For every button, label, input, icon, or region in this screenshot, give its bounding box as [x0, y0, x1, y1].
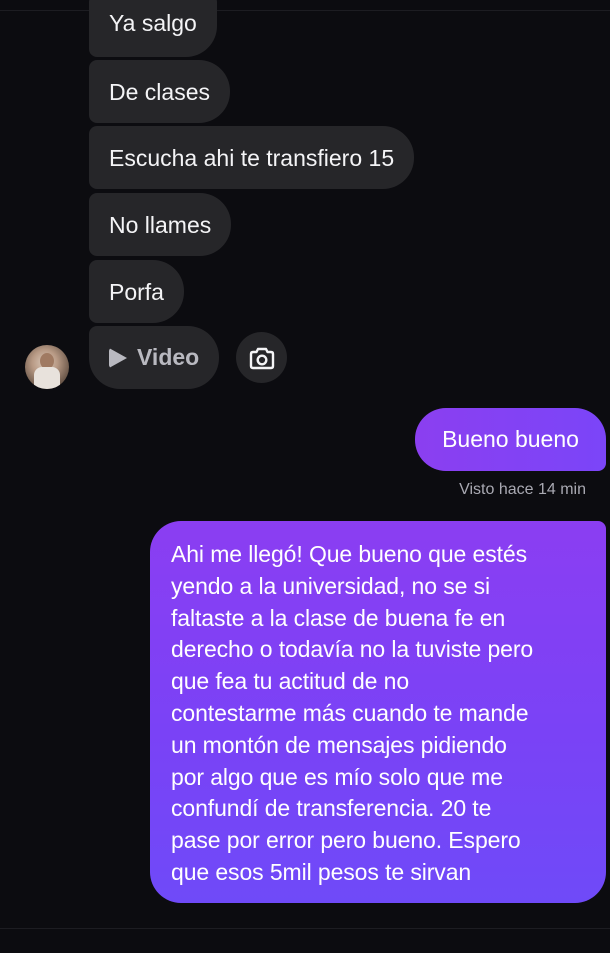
- video-label: Video: [137, 344, 200, 370]
- message-text: Ya salgo: [109, 10, 197, 36]
- incoming-message[interactable]: Porfa: [89, 260, 184, 323]
- incoming-message[interactable]: Ya salgo: [89, 0, 217, 57]
- message-text: De clases: [109, 78, 210, 105]
- message-line: que fea tu actitud de no: [171, 668, 410, 695]
- message-line: que esos 5mil pesos te sirvan: [171, 858, 472, 885]
- message-line: confundí de transferencia. 20 te: [171, 795, 492, 822]
- camera-button[interactable]: [236, 332, 287, 383]
- message-line: un montón de mensajes pidiendo: [171, 731, 507, 758]
- message-text: No llames: [109, 211, 212, 238]
- message-line: Ahi me llegó! Que bueno que estés: [171, 541, 527, 567]
- message-line: contestarme más cuando te mande: [171, 699, 529, 726]
- message-text: Porfa: [109, 278, 164, 305]
- outgoing-message[interactable]: Bueno bueno: [415, 408, 606, 471]
- bottom-divider: [0, 928, 610, 929]
- contact-avatar[interactable]: [25, 345, 69, 389]
- incoming-message[interactable]: De clases: [89, 60, 230, 123]
- incoming-message[interactable]: No llames: [89, 193, 232, 256]
- message-line: derecho o todavía no la tuviste pero: [171, 636, 534, 663]
- play-icon: [109, 347, 127, 368]
- message-line: pase por error pero bueno. Espero: [171, 827, 521, 854]
- seen-status: Visto hace 14 min: [459, 481, 586, 498]
- video-attachment-message[interactable]: Video: [89, 326, 220, 389]
- incoming-message[interactable]: Escucha ahi te transfiero 15: [89, 126, 415, 189]
- message-line: por algo que es mío solo que me: [171, 763, 503, 790]
- camera-icon: [249, 347, 274, 369]
- avatar-body: [34, 367, 60, 389]
- message-text: Bueno bueno: [442, 426, 579, 452]
- message-line: faltaste a la clase de buena fe en: [171, 604, 506, 631]
- message-line: yendo a la universidad, no se si: [171, 572, 491, 599]
- message-text: Escucha ahi te transfiero 15: [109, 144, 395, 171]
- outgoing-message-long[interactable]: Ahi me llegó! Que bueno que estés yendo …: [150, 521, 606, 903]
